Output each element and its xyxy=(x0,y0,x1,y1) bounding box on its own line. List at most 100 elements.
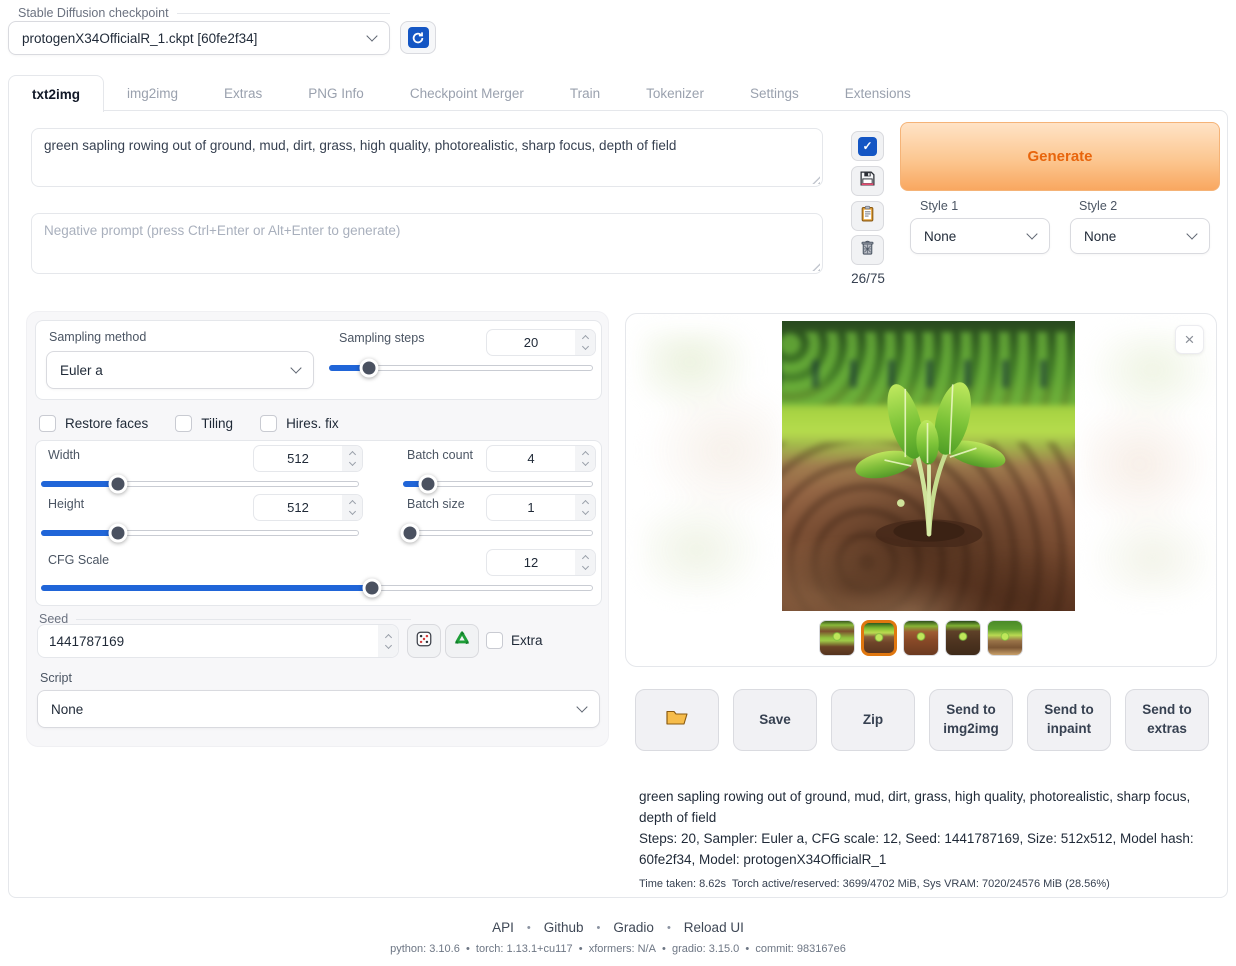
github-link[interactable]: Github xyxy=(544,920,584,935)
apply-style-button[interactable] xyxy=(851,201,884,231)
height-input[interactable]: 512 xyxy=(253,494,363,521)
batch-count-value: 4 xyxy=(487,451,575,466)
hires-fix-label: Hires. fix xyxy=(286,416,339,431)
sampling-steps-slider[interactable] xyxy=(329,365,593,371)
api-link[interactable]: API xyxy=(492,920,514,935)
restore-faces-checkbox[interactable] xyxy=(39,415,56,432)
send-to-img2img-button[interactable]: Send to img2img xyxy=(929,689,1013,751)
tiling-checkbox[interactable] xyxy=(175,415,192,432)
batch-count-label: Batch count xyxy=(407,448,473,462)
sd-webui-page: Stable Diffusion checkpoint protogenX34O… xyxy=(0,0,1236,966)
cfg-scale-slider[interactable] xyxy=(41,585,593,591)
seed-input[interactable]: 1441787169 xyxy=(37,624,399,658)
stepper-arrows[interactable] xyxy=(342,495,362,520)
style1-label: Style 1 xyxy=(920,199,958,213)
txt2img-panel: green sapling rowing out of ground, mud,… xyxy=(8,110,1228,898)
send-to-inpaint-button[interactable]: Send to inpaint xyxy=(1027,689,1111,751)
width-input[interactable]: 512 xyxy=(253,445,363,472)
output-gallery: × xyxy=(625,313,1217,667)
image-foreground-blur xyxy=(782,505,1075,611)
stepper-arrows[interactable] xyxy=(378,625,398,657)
token-counter: 26/75 xyxy=(845,271,891,286)
stepper-arrows[interactable] xyxy=(575,330,595,355)
batch-size-input[interactable]: 1 xyxy=(486,494,596,521)
gradio-link[interactable]: Gradio xyxy=(613,920,654,935)
send-to-extras-button[interactable]: Send to extras xyxy=(1125,689,1209,751)
script-select[interactable]: None xyxy=(37,690,600,728)
separator: • xyxy=(527,922,531,934)
style1-select[interactable]: None xyxy=(910,218,1050,254)
thumbnail-3[interactable] xyxy=(903,620,939,656)
batch-count-input[interactable]: 4 xyxy=(486,445,596,472)
thumbnail-4[interactable] xyxy=(945,620,981,656)
slider-knob[interactable] xyxy=(360,359,379,378)
sampling-steps-label: Sampling steps xyxy=(339,331,424,345)
tab-tokenizer[interactable]: Tokenizer xyxy=(623,75,727,111)
negative-prompt-box xyxy=(31,213,823,274)
stepper-arrows[interactable] xyxy=(575,446,595,471)
tab-img2img[interactable]: img2img xyxy=(104,75,201,111)
tab-extras[interactable]: Extras xyxy=(201,75,285,111)
save-button[interactable]: Save xyxy=(733,689,817,751)
negative-prompt-input[interactable] xyxy=(31,213,823,274)
random-seed-button[interactable] xyxy=(407,624,441,658)
slider-knob[interactable] xyxy=(419,475,438,494)
checkpoint-label-row: Stable Diffusion checkpoint xyxy=(8,5,390,21)
sampling-method-value: Euler a xyxy=(60,363,292,378)
tab-train[interactable]: Train xyxy=(547,75,623,111)
trash-icon xyxy=(859,239,876,261)
stepper-arrows[interactable] xyxy=(575,550,595,575)
generation-settings-panel: Sampling method Euler a Sampling steps 2… xyxy=(26,311,609,747)
close-gallery-button[interactable]: × xyxy=(1175,325,1204,354)
refresh-icon xyxy=(408,27,429,48)
reload-ui-link[interactable]: Reload UI xyxy=(684,920,744,935)
checkpoint-select[interactable]: protogenX34OfficialR_1.ckpt [60fe2f34] xyxy=(8,21,390,55)
cfg-scale-input[interactable]: 12 xyxy=(486,549,596,576)
height-slider[interactable] xyxy=(41,530,359,536)
tab-checkpoint-merger[interactable]: Checkpoint Merger xyxy=(387,75,547,111)
refresh-checkpoint-button[interactable] xyxy=(400,21,436,54)
batch-count-slider[interactable] xyxy=(403,481,593,487)
slider-knob[interactable] xyxy=(363,579,382,598)
generated-image[interactable] xyxy=(782,321,1075,611)
save-style-button[interactable] xyxy=(851,166,884,196)
tab-txt2img[interactable]: txt2img xyxy=(8,75,104,112)
main-tabs: txt2img img2img Extras PNG Info Checkpoi… xyxy=(8,75,934,111)
stepper-arrows[interactable] xyxy=(342,446,362,471)
width-slider[interactable] xyxy=(41,481,359,487)
chevron-down-icon xyxy=(1026,228,1037,239)
info-prompt-line: green sapling rowing out of ground, mud,… xyxy=(639,787,1217,829)
extra-seed-checkbox[interactable] xyxy=(486,632,503,649)
width-label: Width xyxy=(48,448,80,462)
paste-generation-params-button[interactable]: ✓ xyxy=(851,131,884,161)
style2-select[interactable]: None xyxy=(1070,218,1210,254)
stepper-arrows[interactable] xyxy=(575,495,595,520)
zip-button[interactable]: Zip xyxy=(831,689,915,751)
width-value: 512 xyxy=(254,451,342,466)
slider-knob[interactable] xyxy=(108,524,127,543)
slider-knob[interactable] xyxy=(108,475,127,494)
sampling-steps-input[interactable]: 20 xyxy=(486,329,596,356)
sprout-icon xyxy=(831,632,843,641)
thumbnail-2-selected[interactable] xyxy=(861,620,897,656)
clear-prompt-button[interactable] xyxy=(851,235,884,265)
thumbnail-5[interactable] xyxy=(987,620,1023,656)
open-folder-button[interactable] xyxy=(635,689,719,751)
tab-extensions[interactable]: Extensions xyxy=(822,75,934,111)
sampling-steps-value: 20 xyxy=(487,335,575,350)
reuse-seed-button[interactable] xyxy=(445,624,479,658)
generate-button[interactable]: Generate xyxy=(900,122,1220,191)
thumbnail-1[interactable] xyxy=(819,620,855,656)
prompt-box: green sapling rowing out of ground, mud,… xyxy=(31,128,823,187)
batch-size-slider[interactable] xyxy=(403,530,593,536)
sampling-method-select[interactable]: Euler a xyxy=(46,351,314,389)
version-info: python: 3.10.6 • torch: 1.13.1+cu117 • x… xyxy=(0,943,1236,955)
slider-knob[interactable] xyxy=(400,524,419,543)
prompt-input[interactable]: green sapling rowing out of ground, mud,… xyxy=(31,128,823,187)
hires-fix-checkbox[interactable] xyxy=(260,415,277,432)
tab-settings[interactable]: Settings xyxy=(727,75,822,111)
extra-seed-label: Extra xyxy=(511,633,543,648)
tab-png-info[interactable]: PNG Info xyxy=(285,75,387,111)
clipboard-icon xyxy=(859,205,876,227)
cfg-scale-value: 12 xyxy=(487,555,575,570)
